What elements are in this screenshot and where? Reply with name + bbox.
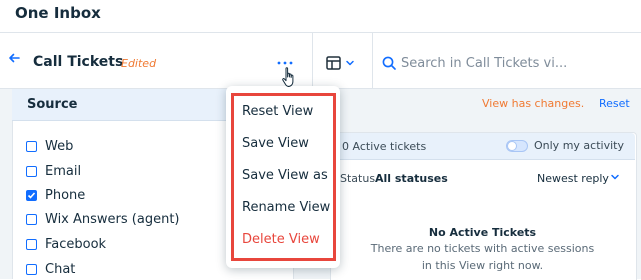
only-my-activity-label: Only my activity <box>534 139 624 152</box>
source-option-web[interactable]: Web <box>26 136 73 156</box>
back-arrow-icon[interactable] <box>8 52 20 68</box>
empty-state-text: in this View right now. <box>421 259 544 272</box>
source-option-chat[interactable]: Chat <box>26 259 75 279</box>
source-option-label: Phone <box>45 187 86 203</box>
checkbox[interactable] <box>26 165 37 177</box>
checkbox[interactable] <box>26 263 37 275</box>
search-icon <box>382 55 396 70</box>
source-option-phone[interactable]: Phone <box>26 185 85 205</box>
status-filter-select[interactable]: All statuses <box>375 172 448 185</box>
toggle-knob <box>507 141 517 151</box>
checkbox[interactable] <box>26 213 37 225</box>
source-option-wix-answers-agent[interactable]: Wix Answers (agent) <box>26 209 180 229</box>
source-option-label: Email <box>45 163 82 179</box>
divider <box>312 33 313 88</box>
source-filter-title: Source <box>27 97 78 112</box>
source-option-label: Facebook <box>45 236 107 252</box>
source-option-label: Wix Answers (agent) <box>45 211 180 227</box>
hand-cursor-icon <box>280 66 300 90</box>
empty-state-text: There are no tickets with active session… <box>370 242 595 255</box>
active-tickets-count: 0 Active tickets <box>342 140 427 153</box>
empty-state-title: No Active Tickets <box>428 226 537 239</box>
checkbox[interactable] <box>26 189 37 201</box>
checkbox[interactable] <box>26 238 37 250</box>
source-option-facebook[interactable]: Facebook <box>26 234 106 254</box>
app-title: One Inbox <box>15 4 101 22</box>
source-option-email[interactable]: Email <box>26 161 81 181</box>
sort-select[interactable]: Newest reply <box>537 172 609 185</box>
view-changes-notice: View has changes. <box>482 97 585 110</box>
layout-icon <box>326 56 341 70</box>
reset-view-link[interactable]: Reset <box>599 97 630 110</box>
chevron-down-icon <box>346 60 354 66</box>
layout-toggle-button[interactable] <box>326 53 360 73</box>
divider <box>372 33 373 88</box>
menu-highlight-box <box>231 93 336 261</box>
status-filter-label: Status <box>340 172 376 185</box>
checkbox[interactable] <box>26 140 37 152</box>
chevron-down-icon[interactable] <box>610 172 620 185</box>
view-title: Call Tickets <box>33 54 124 70</box>
source-option-label: Chat <box>45 261 76 277</box>
edited-badge: Edited <box>121 57 157 70</box>
checkmark-icon <box>27 191 36 199</box>
search-input[interactable] <box>401 53 621 73</box>
source-option-label: Web <box>45 138 74 154</box>
